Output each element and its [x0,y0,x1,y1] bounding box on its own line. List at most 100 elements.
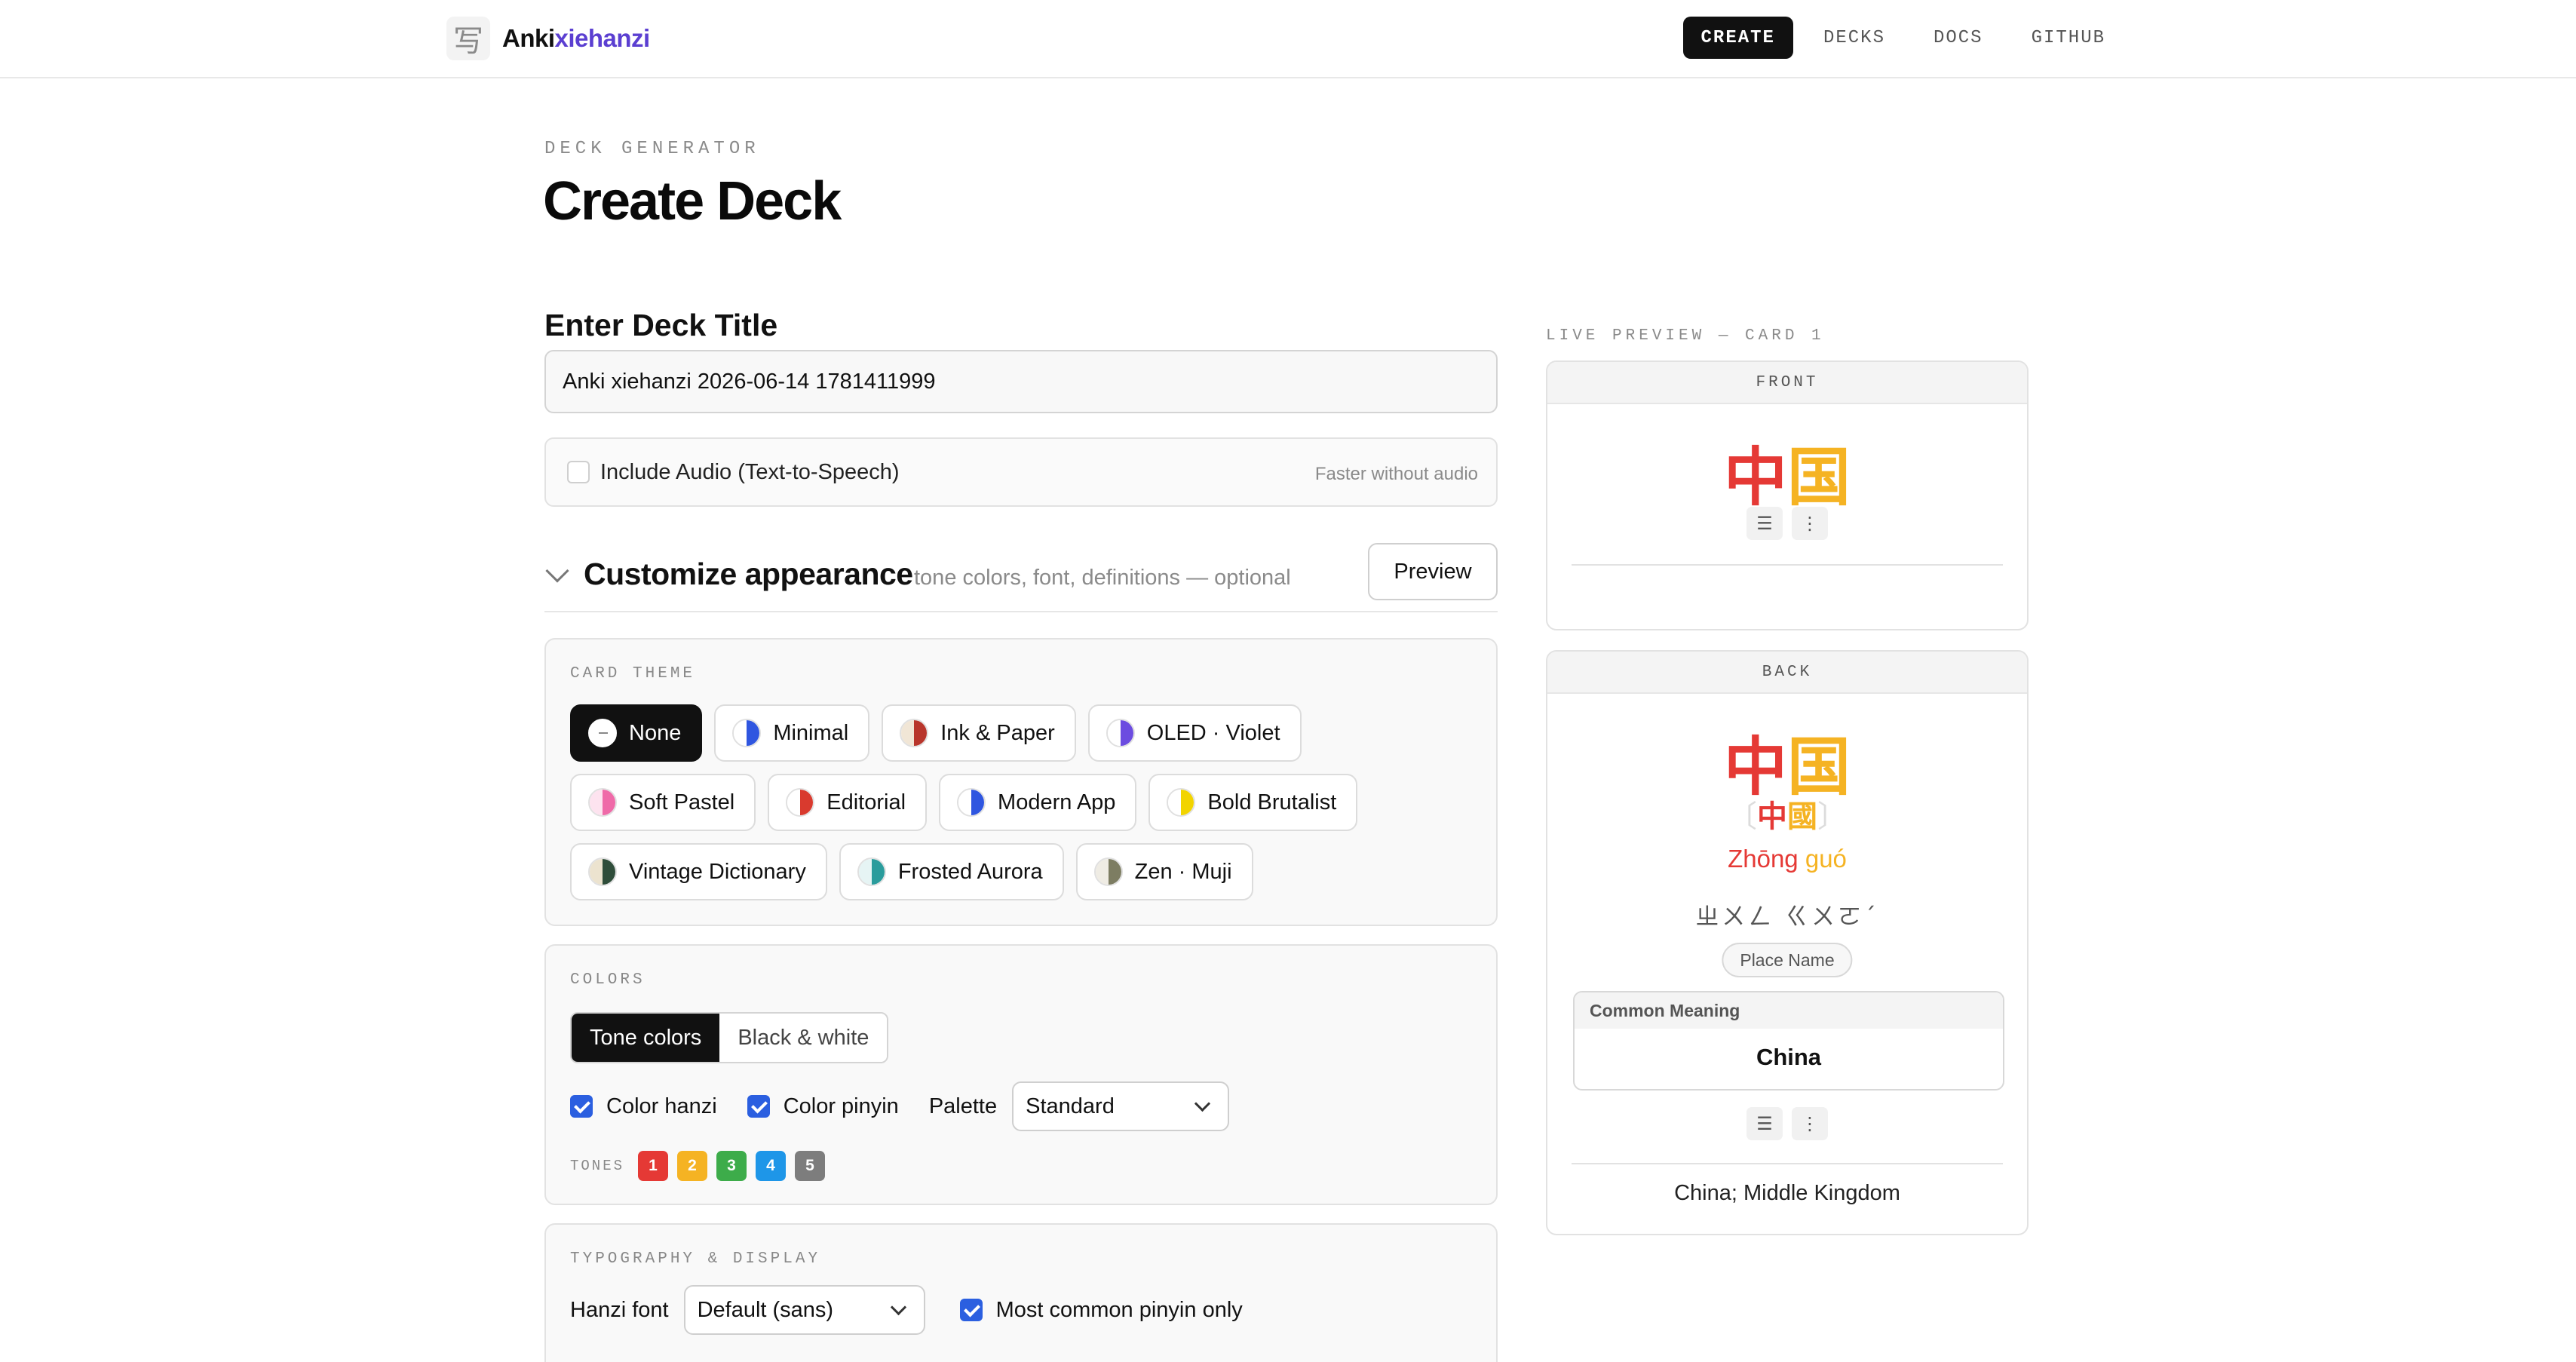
theme-swatch-icon [732,719,762,747]
brand[interactable]: 写 Ankixiehanzi [446,17,650,60]
theme-swatch-icon [957,788,986,817]
live-preview-label: LIVE PREVIEW — CARD 1 [1546,327,1825,345]
list-icon[interactable]: ☰ [1746,507,1783,540]
theme-chip-label: Zen · Muji [1134,859,1232,884]
color-pinyin-checkbox[interactable] [747,1095,770,1118]
theme-row: Vintage Dictionary Frosted Aurora Zen · Mu… [570,843,1265,900]
theme-chip-frosted-aurora[interactable]: Frosted Aurora [839,843,1064,900]
definition-text: China; Middle Kingdom [1674,1181,1900,1205]
theme-row: None Minimal Ink & Paper OLED · Violet [570,704,1314,762]
colors-title: COLORS [570,971,646,989]
front-divider [1572,564,2003,566]
audio-label: Include Audio (Text-to-Speech) [600,460,900,484]
tone-badge-5: 5 [795,1151,826,1181]
theme-swatch-icon [857,857,886,886]
preview-card-back: BACK 中国 〔中國〕 Zhōng guó ㄓㄨㄥ ㄍㄨㄛˊ Place Na… [1546,650,2029,1235]
brand-name-xiehanzi: xiehanzi [554,24,651,52]
back-tools: ☰ ⋮ [1547,1107,2027,1140]
theme-swatch-icon [588,857,617,886]
pinyin: Zhōng guó [1547,845,2027,873]
app-window: 写 Ankixiehanzi CREATE DECKS DOCS GITHUB … [0,0,2576,1362]
theme-chip-label: Soft Pastel [629,790,735,814]
theme-swatch-icon [786,788,815,817]
color-hanzi-label: Color hanzi [606,1094,717,1118]
color-hanzi-checkbox[interactable] [570,1095,593,1118]
trad-char-2: 國 [1787,799,1817,834]
typography-options: Hanzi font Default (sans) Most common pi… [570,1285,1273,1335]
theme-chip-oled-violet[interactable]: OLED · Violet [1087,704,1302,762]
nav-decks[interactable]: DECKS [1805,17,1903,59]
preview-card-front: FRONT 中国 ☰ ⋮ [1546,360,2029,630]
theme-chip-minimal[interactable]: Minimal [714,704,870,762]
tone-badge-4: 4 [756,1151,787,1181]
theme-chip-label: Editorial [826,790,906,814]
audio-hint: Faster without audio [1314,464,1478,484]
more-vertical-icon[interactable]: ⋮ [1792,507,1828,540]
theme-chip-ink-paper[interactable]: Ink & Paper [882,704,1076,762]
hanzi-font-select[interactable]: Default (sans) [683,1285,925,1335]
theme-row: Soft Pastel Editorial Modern App Bold Bruta… [570,774,1369,831]
list-icon[interactable]: ☰ [1746,1107,1783,1140]
bracket-left: 〔 [1727,799,1757,834]
theme-chip-label: Vintage Dictionary [629,859,806,884]
place-name-tag: Place Name [1722,943,1853,977]
theme-swatch-icon [588,719,617,747]
pinyin-syllable-1: Zhōng [1728,845,1799,873]
color-pinyin-label: Color pinyin [783,1094,899,1118]
colors-panel: COLORS Tone colors Black & white Color h… [544,944,1498,1205]
typography-panel: TYPOGRAPHY & DISPLAY Hanzi font Default … [544,1223,1498,1362]
brand-logo-icon: 写 [446,17,490,60]
theme-swatch-icon [588,788,617,817]
brand-name-anki: Anki [502,24,555,52]
nav-docs[interactable]: DOCS [1915,17,2001,59]
front-tools: ☰ ⋮ [1547,507,2027,540]
tone-badge-2: 2 [677,1151,708,1181]
theme-chip-soft-pastel[interactable]: Soft Pastel [570,774,756,831]
back-divider [1572,1163,2003,1164]
preview-button[interactable]: Preview [1368,543,1498,600]
customize-header[interactable]: Customize appearance tone colors, font, … [544,543,1498,612]
common-meaning-value: China [1756,1044,1822,1070]
theme-chip-bold-brutalist[interactable]: Bold Brutalist [1148,774,1358,831]
nav-create[interactable]: CREATE [1682,17,1793,59]
theme-chip-label: Bold Brutalist [1207,790,1337,814]
zhuyin: ㄓㄨㄥ ㄍㄨㄛˊ [1695,903,1879,931]
common-pinyin-checkbox[interactable] [959,1299,983,1321]
tones-legend: TONES 12345 [570,1151,834,1181]
color-hanzi-option[interactable]: Color hanzi [570,1094,717,1119]
theme-chip-editorial[interactable]: Editorial [768,774,928,831]
theme-chip-label: Modern App [998,790,1116,814]
more-vertical-icon[interactable]: ⋮ [1792,1107,1828,1140]
color-mode-toggle: Tone colors Black & white [570,1012,889,1063]
theme-chip-vintage-dictionary[interactable]: Vintage Dictionary [570,843,827,900]
audio-checkbox[interactable] [567,461,590,483]
palette-select[interactable]: Standard [1012,1081,1230,1131]
page-title: Create Deck [543,171,842,232]
theme-chip-none[interactable]: None [570,704,703,762]
trad-char-1: 中 [1757,799,1787,834]
common-pinyin-option[interactable]: Most common pinyin only [959,1297,1243,1323]
brand-name: Ankixiehanzi [502,24,650,53]
common-meaning-label: Common Meaning [1575,992,2003,1029]
nav-github[interactable]: GITHUB [2013,17,2124,59]
front-hanzi: 中国 [1547,427,2027,518]
typography-title: TYPOGRAPHY & DISPLAY [570,1250,821,1268]
customize-subtitle: tone colors, font, definitions — optiona… [914,566,1291,590]
tones-label: TONES [570,1158,625,1174]
chevron-down-icon[interactable] [545,559,569,583]
common-pinyin-label: Most common pinyin only [995,1297,1243,1322]
black-white-option[interactable]: Black & white [719,1014,888,1062]
deck-title-input[interactable] [544,350,1498,413]
tone-badge-1: 1 [638,1151,669,1181]
theme-swatch-icon [1093,857,1123,886]
theme-chip-zen-muji[interactable]: Zen · Muji [1075,843,1253,900]
theme-chip-modern-app[interactable]: Modern App [939,774,1137,831]
pinyin-syllable-2: guó [1805,845,1847,873]
audio-option: Include Audio (Text-to-Speech) Faster wi… [544,437,1498,507]
tone-colors-option[interactable]: Tone colors [572,1014,720,1062]
palette-label: Palette [928,1094,998,1118]
theme-chip-label: None [629,720,682,745]
color-pinyin-option[interactable]: Color pinyin [747,1094,899,1119]
theme-swatch-icon [900,719,929,747]
color-options: Color hanzi Color pinyin Palette Standar… [570,1081,1230,1131]
